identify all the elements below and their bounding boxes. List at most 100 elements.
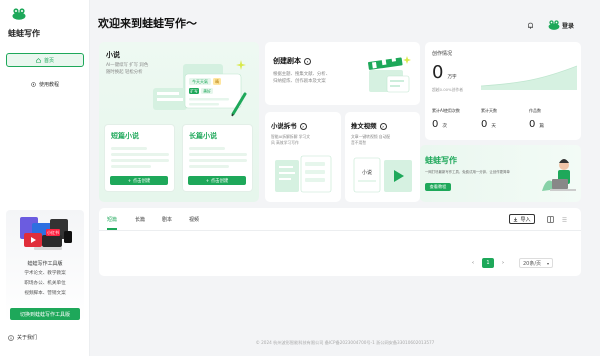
- long-novel-card[interactable]: 长篇小说 + 点击创建: [182, 124, 253, 192]
- switch-tool-version-button[interactable]: 切换到蛙蛙写作工具版: [10, 308, 80, 320]
- view-tutorial-button[interactable]: 查看教程: [425, 183, 451, 191]
- create-script-desc: 根据主题、搜集文献、分析、: [273, 72, 331, 77]
- novel-desc: AI一键续写 扩写 润色: [106, 63, 149, 68]
- stat-value: 0篇: [529, 119, 544, 130]
- create-script-title: 创建剧本 ›: [273, 56, 311, 66]
- home-icon: [36, 57, 41, 63]
- stats-trend-chart: [481, 65, 577, 90]
- arrow-right-icon: ›: [299, 122, 307, 130]
- chevron-down-icon: ▾: [546, 260, 549, 266]
- brand-name: 蛙蛙写作: [8, 29, 40, 38]
- tweet-video-title-text: 推文视频: [351, 122, 377, 130]
- create-script-title-text: 创建剧本: [273, 57, 301, 65]
- split-book-title-text: 小说拆书: [271, 122, 297, 130]
- arrow-right-icon: ›: [379, 122, 387, 130]
- grid-view-icon[interactable]: [547, 216, 554, 223]
- promo-desc: 一网打尽最新写作工具，免费试用一分钟，让创作更简单: [425, 170, 510, 174]
- prev-page-button[interactable]: ‹: [469, 258, 477, 268]
- footer-copyright: © 2024 杭州波形智能科技有限公司 备ICP备2023004700号-1 浙…: [255, 340, 435, 345]
- info-icon: [8, 334, 14, 341]
- nav-item-tutorial[interactable]: 使用教程: [6, 78, 84, 90]
- novel-title: 小说: [106, 51, 120, 59]
- skeleton-line: [189, 159, 247, 162]
- tweet-video-desc: 音不用愁: [351, 140, 367, 145]
- tabs-divider: [99, 230, 581, 231]
- novel-illustration: 今天天氣 晴 扩写 美好: [153, 60, 247, 117]
- total-words-value: 0 万字: [432, 62, 457, 83]
- stat-label: 累计AI使用次数: [432, 108, 460, 113]
- split-book-illustration: [275, 155, 332, 193]
- tool-version-line: 学术论文、教学教案: [24, 271, 66, 276]
- stat-number: 0: [529, 119, 536, 130]
- tweet-video-card[interactable]: 推文视频 › 文章一键转视频 自动配 音不用愁 小说: [345, 112, 420, 202]
- tool-version-line: 视频脚本、营销文案: [24, 291, 66, 296]
- nav-item-home[interactable]: 首页: [6, 53, 84, 67]
- novel-desc: 随时换起 轻松分析: [106, 70, 143, 75]
- promo-person-illustration: [542, 159, 576, 191]
- tab-short[interactable]: 短篇: [107, 216, 117, 223]
- badge-text: 小红书: [47, 229, 59, 235]
- compass-icon: [31, 81, 36, 87]
- stats-note: 超越0.00%创作者: [432, 87, 464, 92]
- about-us-link[interactable]: 关于我们: [8, 334, 37, 341]
- illus-tag: 扩写: [190, 89, 198, 94]
- tab-script[interactable]: 剧本: [162, 216, 172, 223]
- tab-long[interactable]: 长篇: [135, 216, 145, 223]
- stat-unit: 篇: [539, 124, 544, 129]
- split-book-desc: 风 高效学习写作: [271, 140, 299, 145]
- list-view-icon[interactable]: [561, 216, 568, 223]
- works-panel: 短篇 长篇 剧本 视频 导入 ‹ 1 › 20条/页 ▾: [99, 208, 581, 276]
- tool-version-card: 小红书 蛙蛙写作工具版 学术论文、教学教案 职场办公、机关单位 视频脚本、营销文…: [6, 210, 84, 322]
- login-button[interactable]: 登录: [548, 20, 574, 30]
- tweet-video-title: 推文视频 ›: [351, 121, 387, 130]
- skeleton-line: [189, 147, 225, 150]
- stat-unit: 天: [491, 124, 496, 129]
- frog-avatar-icon: [548, 20, 560, 30]
- login-label: 登录: [562, 22, 575, 30]
- import-label: 导入: [520, 216, 531, 223]
- illus-tag: 晴: [215, 78, 219, 84]
- page-number-button[interactable]: 1: [482, 258, 494, 268]
- about-us-label: 关于我们: [17, 335, 38, 341]
- skeleton-line: [111, 147, 147, 150]
- next-page-button[interactable]: ›: [499, 258, 507, 268]
- illus-tag: 今天天氣: [192, 78, 208, 84]
- total-words-number: 0: [432, 62, 444, 83]
- page-size-value: 20条/页: [523, 260, 542, 267]
- tool-version-line: 职场办公、机关单位: [24, 281, 66, 286]
- arrow-right-icon: ›: [304, 57, 311, 65]
- stat-label: 作品数: [529, 108, 541, 113]
- create-script-desc: 归纳提炼、创作剧本及文案: [273, 79, 326, 84]
- illus-label: 小说: [362, 169, 372, 176]
- novel-card: 小说 AI一键续写 扩写 润色 随时换起 轻松分析 今天天氣 晴 扩写 美好 短…: [99, 42, 259, 202]
- create-script-card[interactable]: 创建剧本 › 根据主题、搜集文献、分析、 归纳提炼、创作剧本及文案: [265, 42, 420, 105]
- split-book-card[interactable]: 小说拆书 › 智能AI拆解拆解 学习文 风 高效学习写作: [265, 112, 341, 202]
- tab-video[interactable]: 视频: [189, 216, 199, 223]
- frog-logo-icon: [12, 8, 26, 20]
- clapperboard-illustration: [368, 55, 411, 93]
- skeleton-line: [189, 153, 247, 156]
- tool-version-illustration: 小红书: [20, 217, 72, 250]
- long-novel-title: 长篇小说: [189, 132, 217, 140]
- page-size-select[interactable]: 20条/页 ▾: [519, 258, 553, 268]
- stat-number: 0: [432, 119, 439, 130]
- create-long-novel-button[interactable]: + 点击创建: [188, 176, 246, 185]
- create-short-novel-button[interactable]: + 点击创建: [110, 176, 168, 185]
- notification-bell-icon[interactable]: [527, 22, 534, 29]
- stats-title: 创作情况: [432, 51, 453, 57]
- tool-version-title: 蛙蛙写作工具版: [27, 261, 63, 267]
- welcome-heading: 欢迎来到蛙蛙写作～: [98, 17, 197, 30]
- illus-tag: 美好: [203, 89, 211, 94]
- skeleton-line: [111, 153, 169, 156]
- short-novel-card[interactable]: 短篇小说 + 点击创建: [104, 124, 175, 192]
- creation-stats-card: 创作情况 0 万字 超越0.00%创作者 累计AI使用次数 0次 累计天数 0天 …: [425, 42, 581, 140]
- sidebar: 蛙蛙写作 首页 使用教程 小红书 蛙蛙写作工具版 学术论文、教学教案 职场办公、…: [0, 0, 90, 356]
- stat-value: 0次: [432, 119, 447, 130]
- skeleton-line: [189, 165, 229, 168]
- nav-item-label: 首页: [43, 57, 54, 64]
- skeleton-line: [111, 159, 169, 162]
- short-novel-title: 短篇小说: [111, 132, 139, 140]
- import-button[interactable]: 导入: [509, 214, 535, 224]
- tweet-video-illustration: 小说: [353, 157, 412, 193]
- stat-label: 累计天数: [481, 108, 497, 113]
